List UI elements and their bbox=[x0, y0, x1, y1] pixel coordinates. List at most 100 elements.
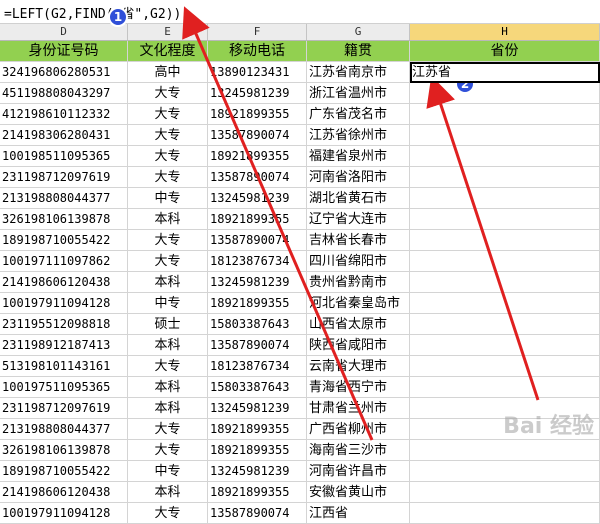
cell-edu[interactable]: 本科 bbox=[128, 272, 208, 293]
selected-cell[interactable]: 江苏省 bbox=[410, 62, 600, 83]
cell-place[interactable]: 江苏省徐州市 bbox=[307, 125, 410, 146]
cell-id[interactable]: 326198106139878 bbox=[0, 209, 128, 230]
cell-place[interactable]: 陕西省咸阳市 bbox=[307, 335, 410, 356]
cell-place[interactable]: 江西省 bbox=[307, 503, 410, 524]
cell-phone[interactable]: 13587890074 bbox=[208, 167, 307, 188]
cell-place[interactable]: 河北省秦皇岛市 bbox=[307, 293, 410, 314]
column-header-h[interactable]: H bbox=[410, 24, 600, 40]
cell-phone[interactable]: 13245981239 bbox=[208, 188, 307, 209]
cell-phone[interactable]: 18123876734 bbox=[208, 356, 307, 377]
cell-province[interactable] bbox=[410, 482, 600, 503]
cell-edu[interactable]: 大专 bbox=[128, 146, 208, 167]
cell-province[interactable] bbox=[410, 230, 600, 251]
cell-phone[interactable]: 13245981239 bbox=[208, 272, 307, 293]
cell-province[interactable] bbox=[410, 188, 600, 209]
cell-edu[interactable]: 大专 bbox=[128, 104, 208, 125]
cell-place[interactable]: 甘肃省兰州市 bbox=[307, 398, 410, 419]
cell-province[interactable] bbox=[410, 146, 600, 167]
cell-province[interactable] bbox=[410, 167, 600, 188]
cell-place[interactable]: 吉林省长春市 bbox=[307, 230, 410, 251]
cell-edu[interactable]: 本科 bbox=[128, 209, 208, 230]
cell-edu[interactable]: 大专 bbox=[128, 125, 208, 146]
cell-id[interactable]: 324196806280531 bbox=[0, 62, 128, 83]
column-header-e[interactable]: E bbox=[128, 24, 208, 40]
cell-place[interactable]: 河南省洛阳市 bbox=[307, 167, 410, 188]
cell-edu[interactable]: 硕士 bbox=[128, 314, 208, 335]
header-cell[interactable]: 移动电话 bbox=[208, 41, 307, 62]
cell-province[interactable] bbox=[410, 272, 600, 293]
cell-id[interactable]: 231198712097619 bbox=[0, 398, 128, 419]
cell-province[interactable] bbox=[410, 335, 600, 356]
cell-id[interactable]: 213198808044377 bbox=[0, 419, 128, 440]
cell-edu[interactable]: 本科 bbox=[128, 482, 208, 503]
cell-province[interactable] bbox=[410, 356, 600, 377]
cell-id[interactable]: 100197911094128 bbox=[0, 503, 128, 524]
cell-id[interactable]: 100197511095365 bbox=[0, 377, 128, 398]
cell-id[interactable]: 214198306280431 bbox=[0, 125, 128, 146]
cell-edu[interactable]: 大专 bbox=[128, 440, 208, 461]
cell-id[interactable]: 100197111097862 bbox=[0, 251, 128, 272]
cell-province[interactable] bbox=[410, 104, 600, 125]
cell-phone[interactable]: 18921899355 bbox=[208, 419, 307, 440]
cell-phone[interactable]: 18921899355 bbox=[208, 146, 307, 167]
column-header-f[interactable]: F bbox=[208, 24, 307, 40]
cell-place[interactable]: 安徽省黄山市 bbox=[307, 482, 410, 503]
column-header-g[interactable]: G bbox=[307, 24, 410, 40]
cell-id[interactable]: 189198710055422 bbox=[0, 230, 128, 251]
cell-edu[interactable]: 大专 bbox=[128, 83, 208, 104]
cell-edu[interactable]: 大专 bbox=[128, 167, 208, 188]
column-header-d[interactable]: D bbox=[0, 24, 128, 40]
header-cell[interactable]: 籍贯 bbox=[307, 41, 410, 62]
cell-phone[interactable]: 13587890074 bbox=[208, 230, 307, 251]
cell-place[interactable]: 贵州省黔南市 bbox=[307, 272, 410, 293]
cell-id[interactable]: 100198511095365 bbox=[0, 146, 128, 167]
cell-phone[interactable]: 18921899355 bbox=[208, 482, 307, 503]
formula-text[interactable]: =LEFT(G2,FIND("省",G2)) bbox=[4, 3, 181, 22]
cell-id[interactable]: 231198712097619 bbox=[0, 167, 128, 188]
cell-phone[interactable]: 13587890074 bbox=[208, 503, 307, 524]
cell-edu[interactable]: 中专 bbox=[128, 293, 208, 314]
cell-id[interactable]: 513198101143161 bbox=[0, 356, 128, 377]
cell-phone[interactable]: 13587890074 bbox=[208, 125, 307, 146]
cell-id[interactable]: 231195512098818 bbox=[0, 314, 128, 335]
cell-place[interactable]: 浙江省温州市 bbox=[307, 83, 410, 104]
cell-edu[interactable]: 本科 bbox=[128, 398, 208, 419]
cell-edu[interactable]: 本科 bbox=[128, 377, 208, 398]
cell-province[interactable] bbox=[410, 83, 600, 104]
cell-place[interactable]: 广东省茂名市 bbox=[307, 104, 410, 125]
header-cell[interactable]: 文化程度 bbox=[128, 41, 208, 62]
formula-bar[interactable]: =LEFT(G2,FIND("省",G2)) bbox=[0, 0, 600, 24]
cell-id[interactable]: 214198606120438 bbox=[0, 272, 128, 293]
cell-edu[interactable]: 大专 bbox=[128, 251, 208, 272]
cell-id[interactable]: 231198912187413 bbox=[0, 335, 128, 356]
cell-province[interactable] bbox=[410, 377, 600, 398]
cell-id[interactable]: 213198808044377 bbox=[0, 188, 128, 209]
cell-province[interactable] bbox=[410, 503, 600, 524]
cell-id[interactable]: 326198106139878 bbox=[0, 440, 128, 461]
cell-province[interactable] bbox=[410, 293, 600, 314]
cell-phone[interactable]: 13587890074 bbox=[208, 335, 307, 356]
cell-province[interactable] bbox=[410, 209, 600, 230]
cell-phone[interactable]: 18921899355 bbox=[208, 440, 307, 461]
cell-phone[interactable]: 18123876734 bbox=[208, 251, 307, 272]
cell-place[interactable]: 河南省许昌市 bbox=[307, 461, 410, 482]
cell-place[interactable]: 广西省柳州市 bbox=[307, 419, 410, 440]
header-cell[interactable]: 省份 bbox=[410, 41, 600, 62]
cell-phone[interactable]: 13245981239 bbox=[208, 461, 307, 482]
cell-id[interactable]: 189198710055422 bbox=[0, 461, 128, 482]
cell-id[interactable]: 214198606120438 bbox=[0, 482, 128, 503]
cell-edu[interactable]: 大专 bbox=[128, 356, 208, 377]
cell-province[interactable] bbox=[410, 314, 600, 335]
cell-phone[interactable]: 15803387643 bbox=[208, 314, 307, 335]
cell-place[interactable]: 湖北省黄石市 bbox=[307, 188, 410, 209]
cell-phone[interactable]: 13890123431 bbox=[208, 62, 307, 83]
cell-place[interactable]: 青海省西宁市 bbox=[307, 377, 410, 398]
cell-province[interactable] bbox=[410, 251, 600, 272]
cell-edu[interactable]: 大专 bbox=[128, 230, 208, 251]
cell-place[interactable]: 四川省绵阳市 bbox=[307, 251, 410, 272]
cell-phone[interactable]: 13245981239 bbox=[208, 83, 307, 104]
cell-place[interactable]: 江苏省南京市 bbox=[307, 62, 410, 83]
cell-edu[interactable]: 大专 bbox=[128, 503, 208, 524]
cell-province[interactable] bbox=[410, 461, 600, 482]
cell-phone[interactable]: 15803387643 bbox=[208, 377, 307, 398]
